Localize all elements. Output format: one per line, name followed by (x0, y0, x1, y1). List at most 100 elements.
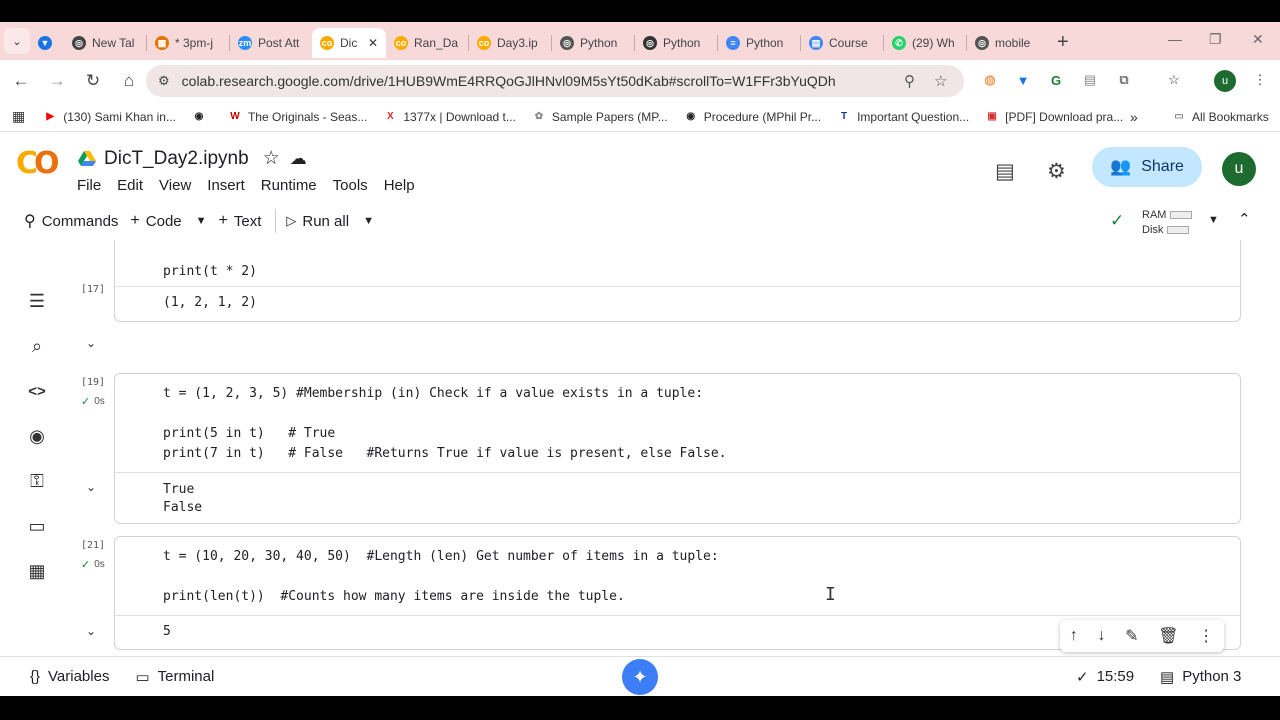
code-cell[interactable]: t = (1, 2, 3, 5) #Membership (in) Check … (114, 373, 1241, 524)
bookmark-item[interactable]: X 1377x | Download t... (383, 110, 516, 124)
resource-monitor[interactable]: RAM Disk (1142, 208, 1193, 238)
browser-tab[interactable]: ▦ * 3pm-j (147, 28, 229, 58)
chevron-down-icon[interactable]: ▼ (363, 215, 374, 227)
browser-tab[interactable]: co Ran_Da (386, 28, 468, 58)
browser-tab[interactable]: co Day3.ip (469, 28, 551, 58)
collapse-output-icon[interactable]: ⌄ (86, 480, 96, 494)
menu-item-insert[interactable]: Insert (207, 177, 245, 194)
bookmark-item[interactable]: ✿ Sample Papers (MP... (532, 110, 668, 124)
commands-button[interactable]: ⚲ Commands (24, 211, 118, 231)
share-button[interactable]: 👥 Share (1092, 147, 1202, 187)
add-text-button[interactable]: + Text (219, 212, 262, 230)
browser-tab[interactable]: co Dic ✕ (312, 28, 386, 58)
menu-item-view[interactable]: View (159, 177, 191, 194)
apps-grid-icon[interactable]: ▦ (12, 108, 25, 125)
variables-button[interactable]: {} Variables (30, 668, 109, 685)
profile-avatar[interactable]: u (1214, 70, 1236, 92)
bookmark-item[interactable]: T Important Question... (837, 110, 969, 124)
more-bookmarks-icon[interactable]: » (1130, 109, 1138, 125)
reading-list-icon[interactable]: ☆ (1164, 70, 1184, 90)
cell-code[interactable]: print(t * 2) (163, 262, 257, 282)
star-icon[interactable]: ☆ (263, 147, 280, 170)
reload-button[interactable]: ↻ (78, 71, 108, 91)
settings-gear-icon[interactable]: ⚙ (1047, 159, 1066, 184)
address-bar[interactable]: ⚙ colab.research.google.com/drive/1HUB9W… (146, 65, 964, 97)
table-of-contents-icon[interactable]: ☰ (24, 288, 50, 314)
files-folder-icon[interactable]: ▭ (24, 513, 50, 539)
minimize-button[interactable]: — (1168, 31, 1182, 47)
grammarly-icon[interactable]: G (1046, 70, 1066, 90)
browser-tab[interactable]: ◎ Python (552, 28, 634, 58)
people-icon: 👥 (1110, 157, 1132, 176)
find-replace-icon[interactable]: ⌕ (24, 333, 50, 359)
extension-icon[interactable]: ◍ (980, 70, 1000, 90)
site-info-icon[interactable]: ⚙ (158, 73, 170, 89)
browser-tab[interactable]: ◎ New Tal (64, 28, 146, 58)
cell-code[interactable]: t = (10, 20, 30, 40, 50) #Length (len) G… (163, 547, 719, 607)
move-cell-down-icon[interactable]: ↓ (1097, 627, 1105, 645)
extensions-puzzle-icon[interactable]: ⧉ (1114, 70, 1134, 90)
bookmark-item[interactable]: W The Originals - Seas... (228, 110, 367, 124)
browser-menu-icon[interactable]: ⋮ (1250, 70, 1270, 90)
colab-logo[interactable]: CO (16, 146, 59, 181)
code-cell[interactable]: print(t * 2) (1, 2, 1, 2) (114, 240, 1241, 322)
close-window-button[interactable]: ✕ (1252, 31, 1264, 48)
terminal-button[interactable]: ▭ Terminal (135, 668, 214, 686)
cell-code[interactable]: t = (1, 2, 3, 5) #Membership (in) Check … (163, 384, 727, 464)
back-button[interactable]: ← (6, 71, 36, 91)
tab-title: Python (580, 36, 618, 50)
tab-search-button[interactable]: ⌄ (4, 28, 30, 54)
collapse-output-icon[interactable]: ⌄ (86, 624, 96, 638)
bookmark-item[interactable]: ▣ [PDF] Download pra... (985, 110, 1123, 124)
menu-item-edit[interactable]: Edit (117, 177, 143, 194)
add-code-button[interactable]: + Code ▼ (130, 212, 206, 230)
bookmark-item[interactable]: ▶ (130) Sami Khan in... (43, 110, 176, 124)
bookmark-star-icon[interactable]: ☆ (934, 72, 947, 90)
secrets-eye-icon[interactable]: ◉ (24, 423, 50, 449)
browser-tab[interactable]: ▤ Course (801, 28, 883, 58)
restore-button[interactable]: ❐ (1209, 31, 1222, 48)
bookmark-item[interactable]: ◉ (192, 110, 212, 124)
menu-item-help[interactable]: Help (384, 177, 415, 194)
bookmark-item[interactable]: ◉ Procedure (MPhil Pr... (684, 110, 821, 124)
browser-tab[interactable]: ◎ mobile (967, 28, 1049, 58)
chevron-down-icon[interactable]: ▼ (1208, 214, 1219, 226)
translate-icon[interactable]: ▤ (1080, 70, 1100, 90)
delete-trash-icon[interactable]: 🗑 (1158, 626, 1178, 646)
browser-tab[interactable]: zm Post Att (230, 28, 312, 58)
move-cell-up-icon[interactable]: ↑ (1070, 627, 1078, 645)
execution-time: ✓ 0s (81, 558, 105, 571)
more-options-icon[interactable]: ⋮ (1198, 626, 1214, 646)
gemini-button[interactable]: ✦ (622, 659, 658, 695)
runtime-indicator[interactable]: ▤ Python 3 (1160, 668, 1241, 686)
run-all-button[interactable]: ▷ Run all ▼ (286, 213, 374, 230)
forward-button[interactable]: → (42, 71, 72, 91)
code-snippets-icon[interactable]: <> (24, 378, 50, 404)
execution-status[interactable]: ✓ 15:59 (1076, 668, 1134, 686)
close-tab-icon[interactable]: ✕ (368, 36, 378, 50)
new-tab-button[interactable]: + (1057, 31, 1069, 54)
notebook-title[interactable]: DicT_Day2.ipynb (104, 148, 249, 170)
edit-pencil-icon[interactable]: ✎ (1125, 626, 1138, 646)
drive-icon[interactable] (78, 150, 96, 167)
browser-tab[interactable]: ◎ Python (635, 28, 717, 58)
comments-icon[interactable]: ▤ (995, 159, 1015, 184)
home-button[interactable]: ⌂ (114, 71, 144, 91)
menu-item-tools[interactable]: Tools (333, 177, 368, 194)
screen: ⌄ ▼ ◎ New Tal ▦ * 3pm-j zm Post Att co Dic ✕ co Ra… (0, 22, 1280, 696)
data-table-icon[interactable]: ▦ (24, 558, 50, 584)
vpn-extension-icon[interactable]: ▼ (1013, 70, 1033, 90)
chevron-down-icon[interactable]: ▼ (196, 215, 207, 227)
all-bookmarks[interactable]: ▭ All Bookmarks (1172, 110, 1268, 124)
tab-icon-only[interactable]: ▼ (30, 28, 64, 58)
menu-item-runtime[interactable]: Runtime (261, 177, 317, 194)
collapse-header-icon[interactable]: ⌃ (1238, 210, 1251, 228)
zoom-icon[interactable]: ⚲ (904, 72, 915, 90)
menu-item-file[interactable]: File (77, 177, 101, 194)
key-icon[interactable]: ⚿ (24, 468, 50, 494)
collapse-output-icon[interactable]: ⌄ (86, 336, 96, 350)
browser-tab[interactable]: ✆ (29) Wh (884, 28, 966, 58)
browser-tab[interactable]: ≡ Python (718, 28, 800, 58)
user-avatar[interactable]: u (1222, 152, 1256, 186)
cloud-icon[interactable]: ☁ (290, 149, 307, 169)
